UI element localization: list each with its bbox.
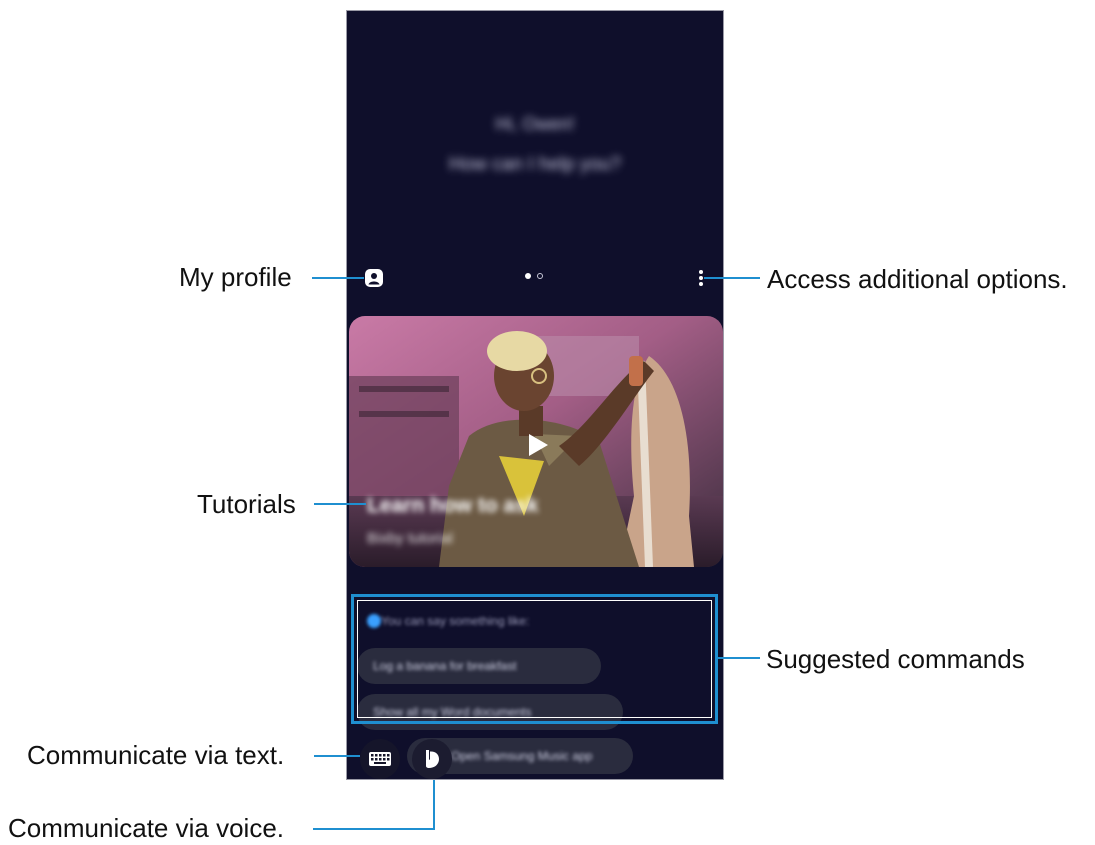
callout-line-voice-horizontal (313, 828, 435, 830)
callout-communicate-voice: Communicate via voice. (8, 813, 284, 843)
tutorial-card[interactable]: Learn how to ask Bixby tutorial (349, 316, 723, 567)
profile-icon[interactable] (365, 269, 383, 287)
callout-tutorials: Tutorials (197, 489, 296, 519)
greeting-line-2: How can I help you? (448, 154, 622, 175)
play-icon[interactable] (527, 433, 549, 457)
callout-my-profile: My profile (179, 262, 292, 292)
voice-button[interactable] (412, 739, 452, 779)
callout-line-text (314, 755, 360, 757)
suggested-commands-highlight (351, 594, 718, 724)
greeting-line-1: Hi, Owen! (495, 114, 575, 134)
callout-line-tutorials (314, 503, 366, 505)
suggested-command-3-label: Open Samsung Music app (451, 749, 593, 763)
callout-line-profile (312, 277, 364, 279)
keyboard-icon (369, 752, 391, 766)
bixby-voice-icon (426, 750, 439, 768)
callout-communicate-text: Communicate via text. (27, 740, 285, 770)
tutorial-title: Learn how to ask (367, 494, 539, 517)
page-dot (537, 273, 543, 279)
callout-additional-options: Access additional options. (767, 264, 1068, 294)
keyboard-button[interactable] (360, 739, 400, 779)
page-dot-active (525, 273, 531, 279)
callout-line-voice-vertical (433, 780, 435, 830)
callout-line-options (704, 277, 760, 279)
callout-suggested-commands: Suggested commands (766, 644, 1025, 674)
callout-line-suggested (718, 657, 760, 659)
page-indicator (525, 273, 547, 281)
tutorial-subtitle: Bixby tutorial (367, 530, 453, 547)
